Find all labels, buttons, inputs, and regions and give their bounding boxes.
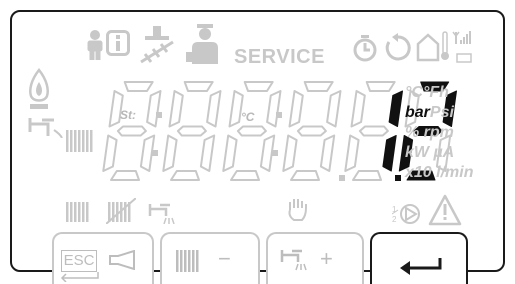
esc-reset-button[interactable]: ESC — [52, 232, 154, 284]
digit-5-segment-f — [350, 90, 366, 128]
horn-reset-icon — [109, 250, 135, 270]
radiator-icon — [176, 250, 199, 272]
digit-3 — [222, 81, 282, 181]
digit-2-segment-a — [183, 81, 214, 92]
enter-arrow-icon — [400, 258, 442, 275]
digit-2-segment-d — [170, 170, 200, 181]
digit-1 — [102, 81, 162, 181]
esc-label: ESC — [61, 250, 97, 272]
digit-3-segment-b — [266, 90, 282, 128]
digit-1-segment-b — [146, 90, 162, 128]
digit-2 — [162, 81, 222, 181]
digit-1-segment-a — [123, 81, 154, 92]
digit-2-segment-c — [199, 134, 216, 172]
minus-sign: − — [218, 246, 231, 271]
enter-button[interactable] — [370, 232, 468, 284]
unit-percent-rpm: % rpm — [405, 124, 454, 141]
st-label: St: — [120, 108, 136, 122]
digit-1-segment-g — [116, 125, 147, 137]
digit-2-segment-e — [162, 134, 178, 172]
pump-half-icon: 1 2 — [392, 204, 420, 224]
celsius-small-label: °C — [241, 110, 255, 124]
digit-4-segment-c — [319, 134, 336, 172]
unit-flow: x10 l/min — [405, 164, 474, 181]
digit-4-segment-e — [282, 134, 298, 172]
unit-kw-ua: kW µA — [405, 144, 455, 161]
digit-5-segment-a — [365, 81, 396, 92]
digit-4 — [282, 81, 342, 181]
boiler-display-panel: SERVICE St: °C °C°Fh barPsi % rpm kW µA … — [0, 0, 515, 284]
digit-4-segment-f — [288, 90, 304, 128]
digit-2-segment-g — [176, 125, 207, 137]
digit-5-segment-c — [382, 135, 397, 172]
plus-sign: + — [320, 246, 333, 271]
digit-1-segment-d — [110, 170, 140, 181]
digit-1-segment-e — [102, 134, 118, 172]
unit-pressure: barPsi — [405, 104, 454, 122]
return-arrow-icon — [60, 272, 99, 282]
manual-hand-icon — [288, 199, 307, 221]
digit-3-segment-d — [230, 170, 260, 181]
heating-radiator-icon — [66, 202, 89, 222]
digit-5 — [344, 81, 403, 181]
unit-bar: bar — [405, 104, 430, 121]
digit-4-segment-g — [296, 125, 327, 137]
digit-4-segment-a — [303, 81, 334, 92]
digit-4-segment-d — [290, 170, 320, 181]
colon-2-bottom — [272, 150, 278, 156]
colon-1-top — [156, 112, 162, 118]
hot-water-plus-button[interactable]: + — [266, 232, 364, 284]
decimal-point-1 — [339, 175, 345, 181]
decimal-point-2 — [395, 175, 401, 181]
hot-water-tap-icon — [280, 249, 307, 271]
heating-off-icon — [106, 198, 136, 224]
digit-5-segment-e — [344, 134, 360, 172]
digit-5-segment-g — [358, 125, 389, 137]
digit-2-segment-b — [206, 90, 222, 128]
heating-minus-button[interactable]: − — [160, 232, 260, 284]
digit-2-segment-f — [168, 90, 184, 128]
digit-5-segment-b — [388, 90, 403, 127]
digit-3-segment-e — [222, 134, 238, 172]
unit-temperature-time: °C°Fh — [405, 84, 449, 101]
digit-3-segment-g — [236, 125, 267, 137]
colon-2-top — [276, 112, 282, 118]
hot-water-tap-icon — [148, 203, 175, 224]
digit-4-segment-b — [326, 90, 342, 128]
digit-3-segment-a — [243, 81, 274, 92]
warning-icon — [428, 194, 462, 226]
svg-text:2: 2 — [392, 215, 397, 224]
unit-psi: Psi — [429, 104, 454, 121]
colon-1-bottom — [152, 150, 158, 156]
digit-5-segment-d — [352, 170, 382, 181]
